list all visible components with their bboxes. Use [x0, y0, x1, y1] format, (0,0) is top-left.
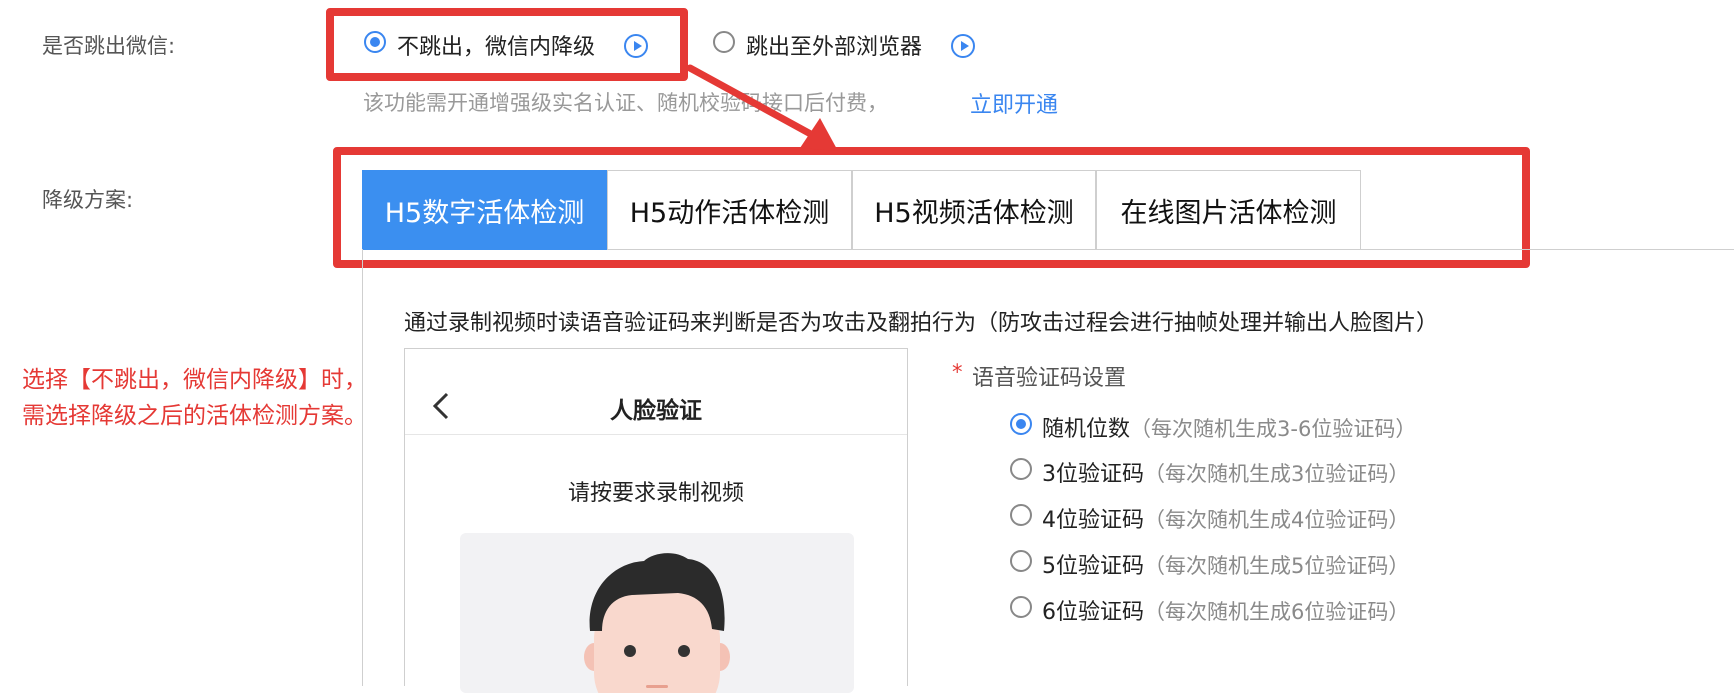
- phone-preview: 人脸验证 请按要求录制视频: [404, 348, 908, 693]
- radio-4-digits[interactable]: [1010, 504, 1032, 526]
- option-hint: （每次随机生成5位验证码）: [1144, 554, 1410, 578]
- downgrade-label: 降级方案:: [42, 188, 134, 212]
- option-label: 3位验证码: [1042, 462, 1144, 487]
- required-mark: *: [952, 360, 963, 384]
- tab-online-image-liveness[interactable]: 在线图片活体检测: [1096, 170, 1361, 250]
- annotation-line-2: 需选择降级之后的活体检测方案。: [22, 403, 367, 429]
- method-description: 通过录制视频时读语音验证码来判断是否为攻击及翻拍行为（防攻击过程会进行抽帧处理并…: [404, 311, 1439, 336]
- annotation-text: 选择【不跳出，微信内降级】时， 需选择降级之后的活体检测方案。: [22, 362, 367, 434]
- option-label: 6位验证码: [1042, 600, 1144, 625]
- radio-6-digits[interactable]: [1010, 596, 1032, 618]
- phone-divider: [405, 434, 907, 435]
- option-4-digits[interactable]: 4位验证码（每次随机生成4位验证码）: [1042, 502, 1409, 534]
- option-random-digits[interactable]: 随机位数（每次随机生成3-6位验证码）: [1042, 411, 1416, 443]
- option-label: 5位验证码: [1042, 554, 1144, 579]
- option-6-digits[interactable]: 6位验证码（每次随机生成6位验证码）: [1042, 594, 1409, 626]
- phone-title: 人脸验证: [610, 398, 702, 424]
- tab-h5-digital-liveness[interactable]: H5数字活体检测: [362, 170, 607, 250]
- panel-border-left: [362, 249, 363, 686]
- option-hint: （每次随机生成4位验证码）: [1144, 508, 1410, 532]
- voice-code-label: 语音验证码设置: [972, 366, 1127, 391]
- tab-h5-video-liveness[interactable]: H5视频活体检测: [852, 170, 1096, 250]
- phone-subtitle: 请按要求录制视频: [567, 481, 744, 506]
- face-preview-area: [460, 533, 854, 693]
- tab-h5-action-liveness[interactable]: H5动作活体检测: [607, 170, 852, 250]
- option-hint: （每次随机生成6位验证码）: [1144, 600, 1410, 624]
- option-hint: （每次随机生成3-6位验证码）: [1130, 417, 1417, 441]
- option-hint: （每次随机生成3位验证码）: [1144, 462, 1410, 486]
- option-label: 4位验证码: [1042, 508, 1144, 533]
- option-5-digits[interactable]: 5位验证码（每次随机生成5位验证码）: [1042, 548, 1409, 580]
- option-label: 随机位数: [1042, 417, 1131, 442]
- radio-5-digits[interactable]: [1010, 550, 1032, 572]
- radio-random-digits[interactable]: [1010, 413, 1032, 435]
- option-3-digits[interactable]: 3位验证码（每次随机生成3位验证码）: [1042, 456, 1409, 488]
- face-avatar-icon: [584, 553, 730, 693]
- panel-border-top: [1361, 249, 1734, 250]
- radio-3-digits[interactable]: [1010, 458, 1032, 480]
- annotation-line-1: 选择【不跳出，微信内降级】时，: [22, 367, 367, 393]
